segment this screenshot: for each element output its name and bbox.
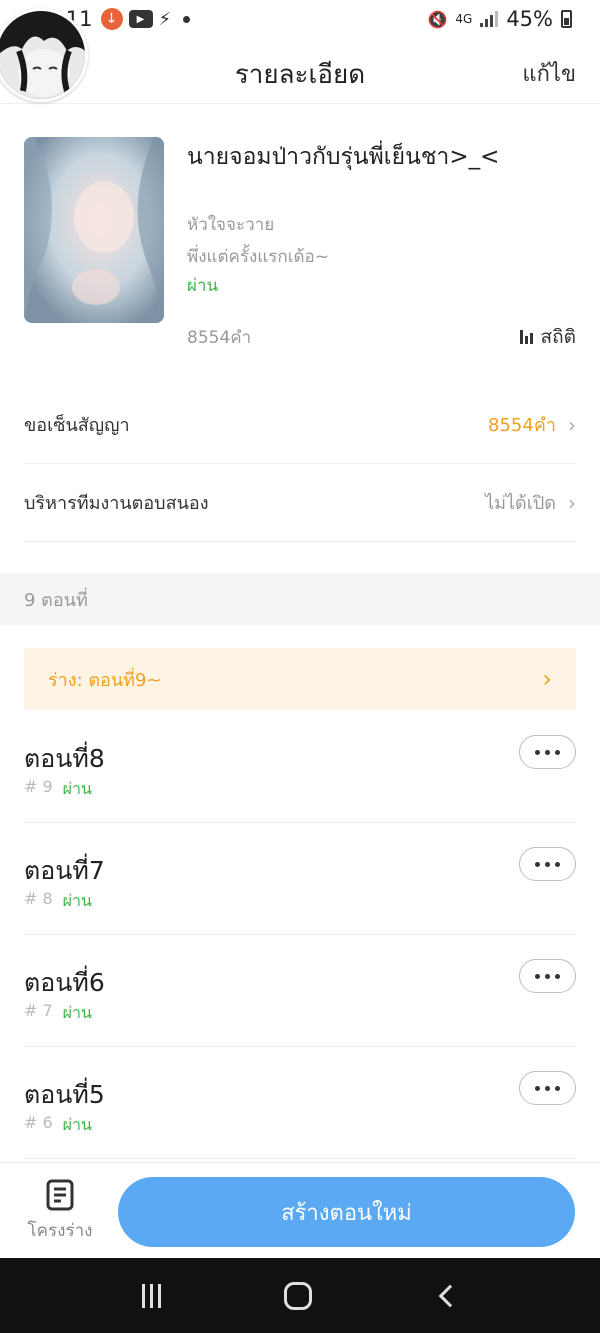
book-synopsis-line2: พึ่งแต่ครั้งแรกเด้อ~ [187,247,329,267]
response-team-row[interactable]: บริหารทีมงานตอบสนอง ไม่ได้เปิด › [24,464,576,542]
status-bar: 16:11 ↓ ▶ ⚡ 🔇 4G 45% [0,0,600,38]
notification-icons: ↓ ▶ ⚡ [100,8,191,30]
home-icon[interactable] [284,1281,313,1310]
more-options-button[interactable] [519,959,576,993]
chapter-title: ตอนที่8 [24,744,105,773]
chapter-number: # 6 [24,1113,53,1132]
magic-wand-icon: ⚡ [158,8,172,30]
chapter-status: ผ่าน [62,891,92,910]
book-title: นายจอมป่าวกับรุ่นพี่เย็นชา>_< [187,144,500,170]
chapter-status: ผ่าน [62,1115,92,1134]
chapter-count-header: 9 ตอนที่ [0,573,600,625]
book-synopsis-line1: หัวใจจะวาย [187,215,275,235]
system-nav-bar [0,1258,600,1333]
chapter-meta: # 8 ผ่าน [24,889,92,914]
contract-value-group: 8554คำ › [488,410,576,439]
chevron-right-icon: › [568,490,576,515]
draft-label: ร่าง: ตอนที่9~ [48,669,162,691]
contract-label: ขอเซ็นสัญญา [24,415,130,436]
page-title: รายละเอียด [234,60,366,90]
chapter-row[interactable]: ตอนที่7 # 8 ผ่าน [24,823,576,935]
video-notification-icon: ▶ [128,10,153,28]
status-right: 🔇 4G 45% [427,7,572,31]
chapter-status: ผ่าน [62,779,92,798]
bar-chart-icon [519,330,533,344]
chapter-meta: # 6 ผ่าน [24,1113,92,1138]
signal-icon [480,11,499,27]
recent-apps-icon[interactable] [141,1283,161,1308]
more-options-button[interactable] [519,847,576,881]
response-team-value: ไม่ได้เปิด [485,493,556,514]
chapter-title: ตอนที่5 [24,1080,105,1109]
chapter-number: # 8 [24,889,53,908]
more-options-button[interactable] [519,1071,576,1105]
chapter-title: ตอนที่6 [24,968,105,997]
create-chapter-button[interactable]: สร้างตอนใหม่ [118,1177,575,1247]
edit-button[interactable]: แก้ไข [522,56,576,91]
chapter-title: ตอนที่7 [24,856,105,885]
stats-button[interactable]: สถิติ [519,322,576,352]
chapter-number: # 9 [24,777,53,796]
more-options-button[interactable] [519,735,576,769]
page-header: รายละเอียด แก้ไข [0,38,600,104]
chapter-row[interactable]: ตอนที่8 # 9 ผ่าน [24,711,576,823]
chapter-number: # 7 [24,1001,53,1020]
chapter-meta: # 9 ผ่าน [24,777,92,802]
bottom-action-bar: โครงร่าง สร้างตอนใหม่ [0,1162,600,1258]
chevron-right-icon: › [542,665,552,693]
document-icon [46,1179,74,1211]
book-cover [24,137,164,323]
network-type: 4G [455,12,473,26]
outline-button[interactable]: โครงร่าง [22,1179,98,1244]
outline-label: โครงร่าง [27,1221,93,1241]
contract-value: 8554คำ [488,415,556,436]
stats-label: สถิติ [540,326,576,348]
mute-icon: 🔇 [427,9,448,29]
chapter-row[interactable]: ตอนที่5 # 6 ผ่าน [24,1047,576,1159]
response-team-label: บริหารทีมงานตอบสนอง [24,493,209,514]
chapter-meta: # 7 ผ่าน [24,1001,92,1026]
contract-row[interactable]: ขอเซ็นสัญญา 8554คำ › [24,386,576,464]
back-icon[interactable] [438,1284,462,1307]
book-word-count: 8554คำ [187,328,252,348]
chevron-right-icon: › [568,412,576,437]
response-team-value-group: ไม่ได้เปิด › [485,488,576,517]
book-status: ผ่าน [187,276,219,296]
more-notifications-dot-icon [183,15,191,23]
battery-percent: 45% [506,7,553,31]
chapter-row[interactable]: ตอนที่6 # 7 ผ่าน [24,935,576,1047]
app-notification-icon: ↓ [100,8,123,30]
draft-item[interactable]: ร่าง: ตอนที่9~ › [24,648,576,710]
battery-icon [561,10,572,28]
chapter-status: ผ่าน [62,1003,92,1022]
